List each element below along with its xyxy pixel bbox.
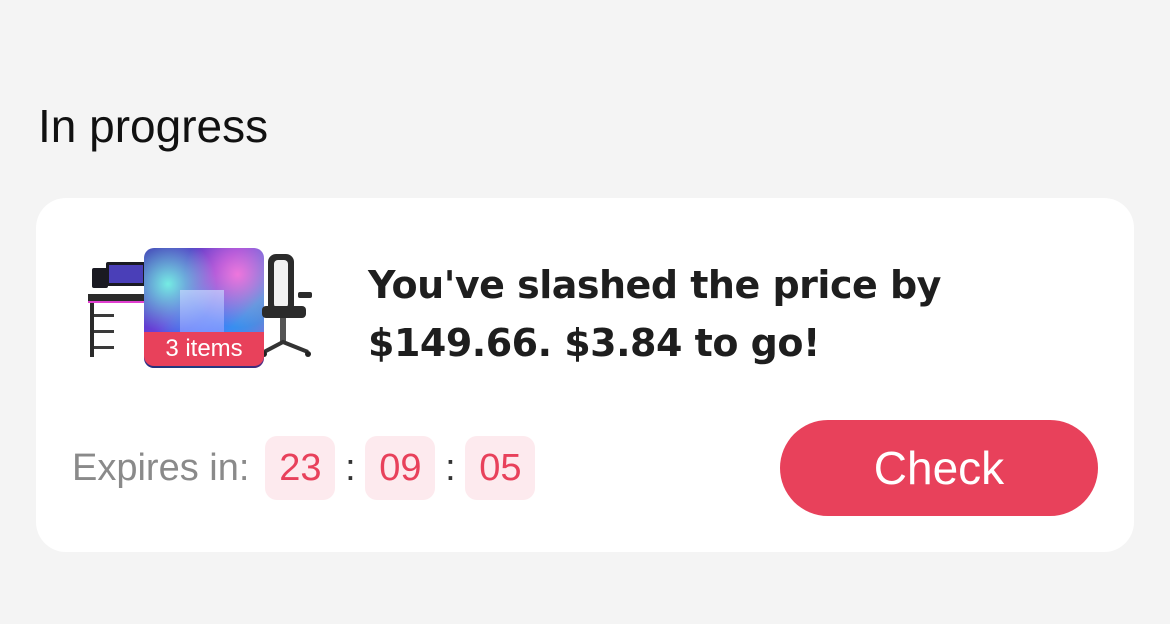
expiry-countdown: Expires in: 23 : 09 : 05 <box>72 436 536 500</box>
section-title: In progress <box>38 100 269 152</box>
price-progress-message: You've slashed the price by $149.66. $3.… <box>368 263 941 365</box>
expires-label: Expires in: <box>72 446 250 489</box>
countdown-separator: : <box>345 446 356 489</box>
bargain-card[interactable]: 3 items You've slashed the price by $149… <box>36 198 1134 552</box>
items-count-badge: 3 items <box>144 332 264 366</box>
chair-product-image <box>261 254 312 357</box>
countdown-separator: : <box>445 446 456 489</box>
countdown-hours: 23 <box>265 436 336 500</box>
check-button[interactable]: Check <box>780 420 1098 516</box>
product-thumbnails[interactable]: 3 items <box>86 242 316 372</box>
countdown-seconds: 05 <box>465 436 536 500</box>
countdown-minutes: 09 <box>365 436 436 500</box>
